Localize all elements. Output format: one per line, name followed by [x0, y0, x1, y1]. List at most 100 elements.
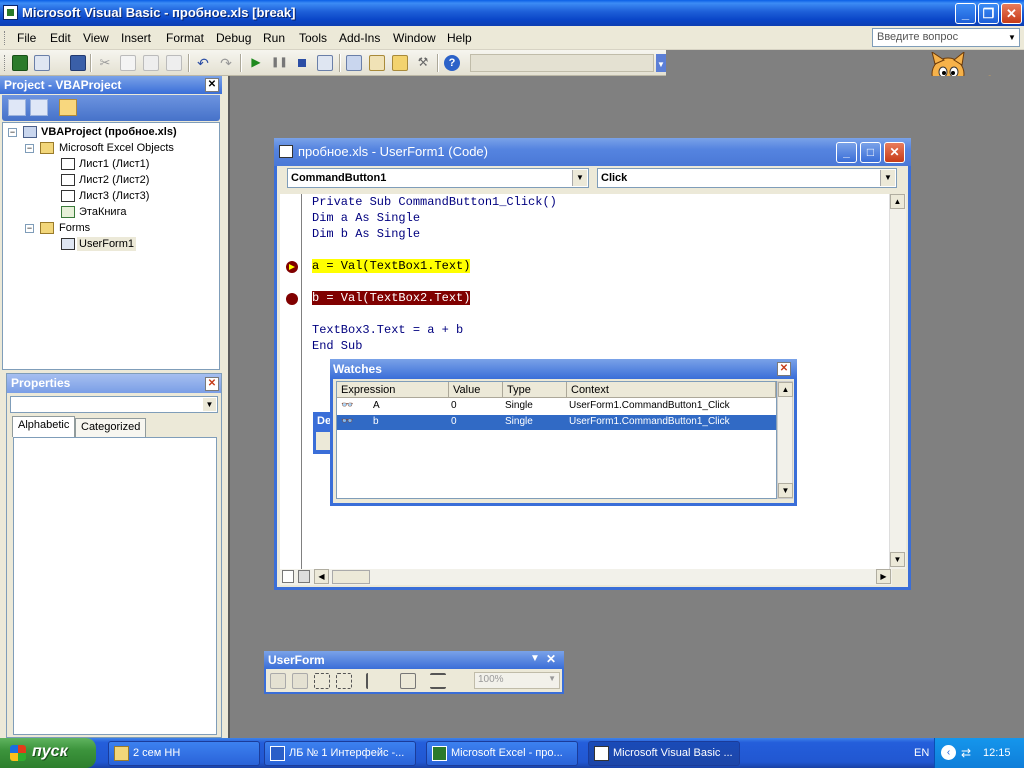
main-title-bar[interactable]: Microsoft Visual Basic - пробное.xls [br…: [0, 0, 1024, 26]
view-excel-icon[interactable]: [12, 55, 28, 71]
collapse-icon[interactable]: −: [8, 128, 17, 137]
tree-item-workbook[interactable]: ЭтаКнига: [79, 206, 126, 218]
watches-titlebar[interactable]: Watches ✕: [330, 359, 797, 379]
vertical-scrollbar[interactable]: ▲ ▼: [889, 194, 906, 569]
view-object-icon[interactable]: [30, 99, 48, 116]
show-hidden-icons-icon[interactable]: ‹: [941, 745, 956, 760]
menu-help[interactable]: Help: [447, 31, 472, 45]
tree-item-vbaproject[interactable]: VBAProject (пробное.xls): [41, 126, 177, 138]
reset-icon[interactable]: [294, 55, 310, 71]
tree-item-sheet2[interactable]: Лист2 (Лист2): [79, 174, 149, 186]
object-browser-icon[interactable]: [392, 55, 408, 71]
menu-debug[interactable]: Debug: [216, 31, 251, 45]
object-combo[interactable]: CommandButton1 ▼: [287, 168, 589, 188]
close-icon[interactable]: ✕: [777, 362, 791, 376]
group-icon[interactable]: [314, 673, 330, 689]
project-explorer-icon[interactable]: [346, 55, 362, 71]
taskbar-item-word[interactable]: ЛБ № 1 Интерфейс -...: [264, 741, 416, 766]
network-icon[interactable]: ⇄: [961, 746, 971, 760]
code-window-titlebar[interactable]: пробное.xls - UserForm1 (Code) _ □ ✕: [274, 138, 911, 166]
menu-add-ins[interactable]: Add-Ins: [339, 31, 380, 45]
ask-question-input[interactable]: Введите вопрос ▼: [872, 28, 1020, 47]
toolbar-options-icon[interactable]: ▼: [656, 54, 666, 72]
bring-to-front-icon[interactable]: [270, 673, 286, 689]
watches-vertical-scrollbar[interactable]: ▲ ▼: [777, 381, 793, 499]
scroll-down-icon[interactable]: ▼: [890, 552, 905, 567]
column-header-value[interactable]: Value: [449, 382, 503, 398]
chevron-down-icon[interactable]: ▼: [880, 170, 895, 186]
tree-item-sheet1[interactable]: Лист1 (Лист1): [79, 158, 149, 170]
menubar-grip[interactable]: [4, 31, 7, 45]
taskbar-item-excel[interactable]: Microsoft Excel - про...: [426, 741, 578, 766]
view-code-icon[interactable]: [8, 99, 26, 116]
column-header-context[interactable]: Context: [567, 382, 776, 398]
zoom-combo[interactable]: 100% ▼: [474, 672, 560, 689]
center-icon[interactable]: [400, 673, 416, 689]
procedure-combo[interactable]: Click ▼: [597, 168, 897, 188]
collapse-icon[interactable]: −: [25, 224, 34, 233]
procedure-view-icon[interactable]: [282, 570, 294, 583]
menu-edit[interactable]: Edit: [50, 31, 71, 45]
toolbar-grip[interactable]: [4, 55, 7, 71]
tree-item-sheet3[interactable]: Лист3 (Лист3): [79, 190, 149, 202]
send-to-back-icon[interactable]: [292, 673, 308, 689]
watch-row-selected[interactable]: 👓 b 0 Single UserForm1.CommandButton1_Cl…: [337, 415, 776, 430]
minimize-button[interactable]: _: [836, 142, 857, 163]
properties-grid[interactable]: [13, 437, 217, 735]
copy-icon[interactable]: [120, 55, 136, 71]
excel-vb-app-icon[interactable]: [3, 5, 18, 20]
scroll-right-icon[interactable]: ▶: [876, 569, 891, 584]
horizontal-scrollbar[interactable]: ◀ ▶: [280, 569, 892, 585]
chevron-down-icon[interactable]: ▼: [203, 398, 216, 411]
project-explorer-titlebar[interactable]: Project - VBAProject ✕: [0, 76, 222, 95]
tab-categorized[interactable]: Categorized: [75, 418, 147, 437]
undo-icon[interactable]: ↶: [195, 55, 211, 71]
insert-userform-icon[interactable]: [34, 55, 50, 71]
align-icon[interactable]: [366, 673, 382, 689]
tree-item-forms[interactable]: Forms: [59, 222, 90, 234]
menu-format[interactable]: Format: [166, 31, 204, 45]
maximize-button[interactable]: □: [860, 142, 881, 163]
toolbox-icon[interactable]: ⚒: [415, 55, 431, 71]
tree-item-excel-objects[interactable]: Microsoft Excel Objects: [59, 142, 174, 154]
menu-run[interactable]: Run: [263, 31, 285, 45]
close-icon[interactable]: ✕: [205, 78, 219, 92]
start-button[interactable]: пуск: [0, 738, 96, 768]
break-icon[interactable]: ❚❚: [271, 55, 288, 71]
column-header-expression[interactable]: Expression: [337, 382, 449, 398]
find-icon[interactable]: [166, 55, 182, 71]
tree-item-userform1[interactable]: UserForm1: [77, 237, 137, 251]
menu-tools[interactable]: Tools: [299, 31, 327, 45]
save-icon[interactable]: [70, 55, 86, 71]
full-module-view-icon[interactable]: [298, 570, 310, 583]
language-indicator[interactable]: EN: [914, 747, 929, 759]
collapse-icon[interactable]: −: [25, 144, 34, 153]
close-button[interactable]: ✕: [884, 142, 905, 163]
scroll-up-icon[interactable]: ▲: [778, 382, 793, 397]
chevron-down-icon[interactable]: ▼: [572, 170, 587, 186]
taskbar-item-visual-basic[interactable]: Microsoft Visual Basic ...: [588, 741, 740, 766]
scroll-up-icon[interactable]: ▲: [890, 194, 905, 209]
properties-window-icon[interactable]: [369, 55, 385, 71]
close-icon[interactable]: ✕: [546, 652, 556, 666]
cut-icon[interactable]: ✂: [97, 55, 113, 71]
chevron-down-icon[interactable]: ▼: [1006, 30, 1018, 45]
watches-list[interactable]: Expression Value Type Context 👓 A 0 Sing…: [336, 381, 777, 499]
scroll-down-icon[interactable]: ▼: [778, 483, 793, 498]
properties-object-combo[interactable]: ▼: [10, 396, 218, 413]
userform-toolbar-titlebar[interactable]: UserForm ▼ ✕: [264, 651, 564, 669]
minimize-button[interactable]: _: [955, 3, 976, 24]
ungroup-icon[interactable]: [336, 673, 352, 689]
toggle-folders-icon[interactable]: [59, 99, 77, 116]
menu-window[interactable]: Window: [393, 31, 436, 45]
taskbar-item-folder[interactable]: 2 сем НН: [108, 741, 260, 766]
make-same-size-icon[interactable]: [430, 673, 446, 689]
paste-icon[interactable]: [143, 55, 159, 71]
watch-row[interactable]: 👓 A 0 Single UserForm1.CommandButton1_Cl…: [337, 399, 776, 414]
scroll-left-icon[interactable]: ◀: [314, 569, 329, 584]
tab-alphabetic[interactable]: Alphabetic: [12, 416, 76, 437]
help-icon[interactable]: ?: [444, 55, 460, 71]
chevron-down-icon[interactable]: ▼: [548, 674, 556, 683]
menu-view[interactable]: View: [83, 31, 109, 45]
horizontal-scroll-thumb[interactable]: [332, 570, 370, 584]
